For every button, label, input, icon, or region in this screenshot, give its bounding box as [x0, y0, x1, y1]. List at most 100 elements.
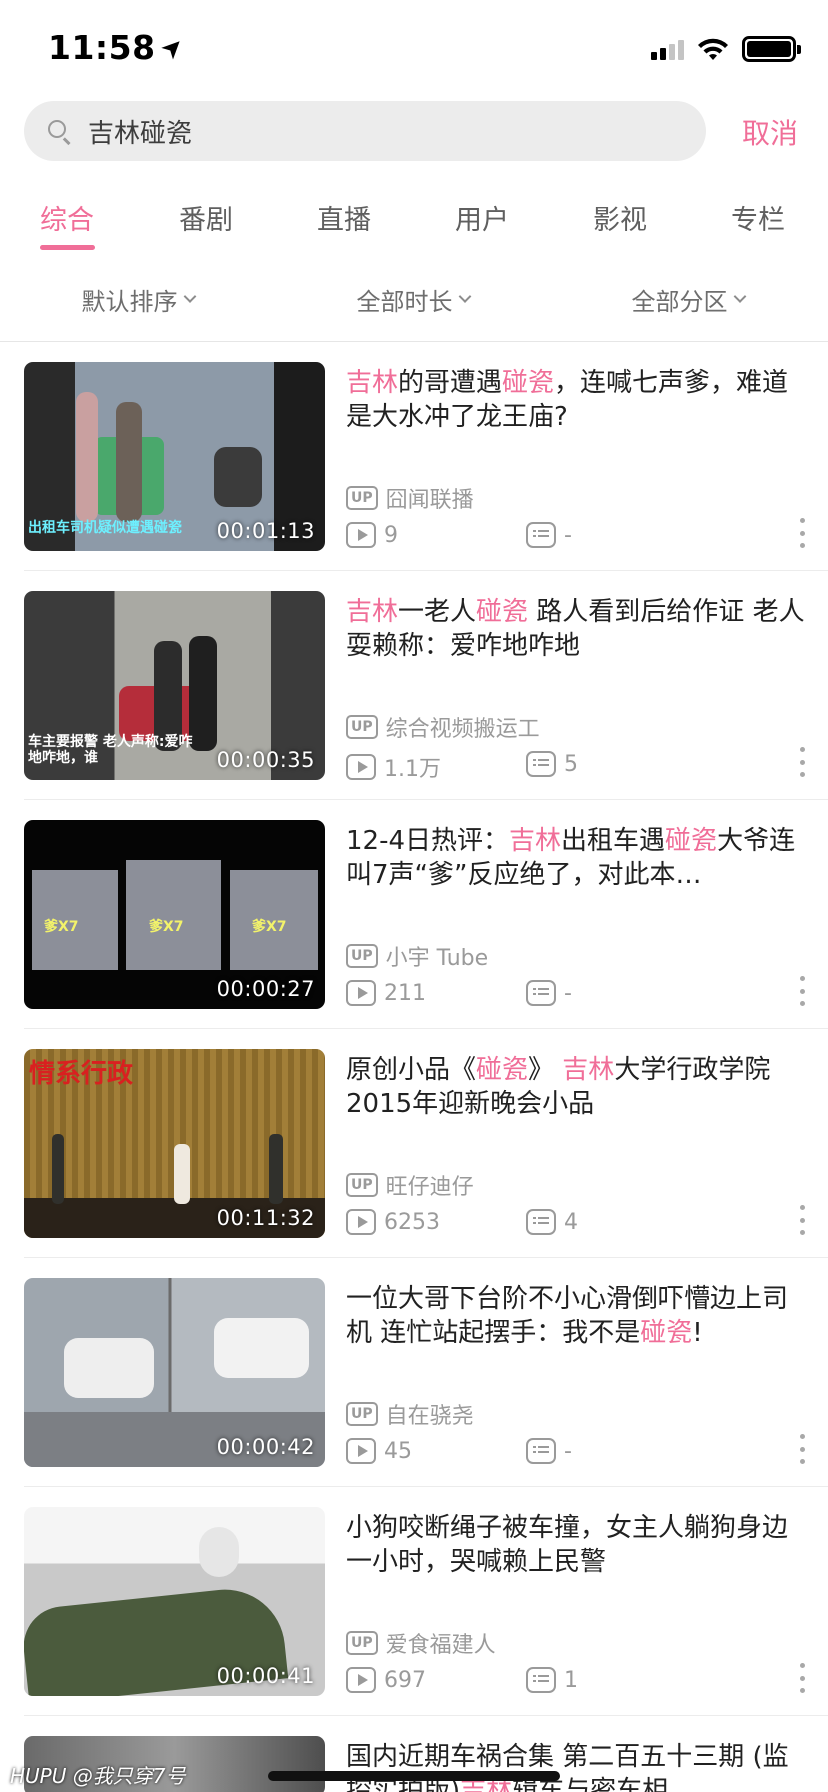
title-text: 出租车遇 [561, 826, 666, 856]
more-options-icon[interactable] [800, 1434, 806, 1464]
video-title[interactable]: 吉林一老人碰瓷 路人看到后给作证 老人耍赖称：爱咋地咋地 [346, 595, 806, 663]
uploader[interactable]: UP 爱食福建人 [346, 1627, 496, 1659]
video-item[interactable]: 情系行政 00:11:32 原创小品《碰瓷》 吉林大学行政学院2015年迎新晚会… [0, 1029, 828, 1258]
tab-film[interactable]: 影视 [593, 198, 647, 237]
danmaku-count-text: 4 [564, 1209, 578, 1235]
video-stats: 697 1 [346, 1667, 578, 1693]
up-badge-icon: UP [346, 1402, 378, 1426]
video-title[interactable]: 吉林的哥遭遇碰瓷，连喊七声爹，难道是大水冲了龙王庙? [346, 366, 806, 434]
video-stats: 45 - [346, 1438, 572, 1464]
danmaku-icon [526, 751, 556, 777]
video-item[interactable]: 车主要报警 老人声称:爱咋地咋地，谁 00:00:35 吉林一老人碰瓷 路人看到… [0, 571, 828, 800]
view-count: 9 [346, 522, 398, 548]
status-bar: 11:58➤ [0, 0, 828, 100]
view-count: 1.1万 [346, 751, 441, 783]
uploader-name: 综合视频搬运工 [385, 717, 540, 742]
uploader[interactable]: UP 自在骁尧 [346, 1398, 474, 1430]
sort-label: 默认排序 [81, 288, 178, 316]
location-arrow-icon: ➤ [154, 29, 192, 67]
tab-users[interactable]: 用户 [455, 198, 509, 237]
time-text: 11:58 [48, 28, 156, 67]
uploader[interactable]: UP 综合视频搬运工 [346, 711, 540, 743]
sort-dropdown[interactable]: 默认排序 [81, 282, 197, 317]
search-bar[interactable]: 吉林碰瓷 [24, 101, 706, 161]
tab-live[interactable]: 直播 [317, 198, 371, 237]
up-badge-icon: UP [346, 486, 378, 510]
more-options-icon[interactable] [800, 518, 806, 548]
watermark: HUPU @我只穿7号 [10, 1764, 186, 1788]
title-text: 原创小品《 [346, 1055, 477, 1085]
video-item[interactable]: 00:00:41 小狗咬断绳子被车撞，女主人躺狗身边一小时，哭喊赖上民警 UP … [0, 1487, 828, 1716]
play-count-icon [346, 754, 376, 780]
video-duration: 00:00:27 [216, 977, 315, 1001]
video-thumbnail[interactable]: 00:00:42 [24, 1278, 325, 1467]
video-thumbnail[interactable]: 情系行政 00:11:32 [24, 1049, 325, 1238]
danmaku-count-text: - [564, 980, 572, 1006]
view-count: 211 [346, 980, 426, 1006]
search-icon [46, 118, 72, 145]
video-duration: 00:00:42 [216, 1435, 315, 1459]
category-dropdown[interactable]: 全部分区 [631, 282, 747, 317]
home-indicator[interactable] [268, 1771, 560, 1781]
view-count-text: 211 [384, 980, 426, 1006]
title-text: 小狗咬断绳子被车撞，女主人躺狗身边一小时，哭喊赖上民警 [346, 1513, 789, 1577]
video-duration: 00:01:13 [216, 519, 315, 543]
video-stats: 211 - [346, 980, 572, 1006]
play-count-icon [346, 522, 376, 548]
up-badge-icon: UP [346, 1173, 378, 1197]
video-item[interactable]: 出租车司机疑似遭遇碰瓷 00:01:13 吉林的哥遭遇碰瓷，连喊七声爹，难道是大… [0, 342, 828, 571]
tab-bangumi[interactable]: 番剧 [179, 198, 233, 237]
view-count-text: 1.1万 [384, 757, 441, 782]
video-thumbnail[interactable]: 00:00:41 [24, 1507, 325, 1696]
danmaku-icon [526, 1667, 556, 1693]
chevron-down-icon [183, 290, 197, 303]
status-time: 11:58➤ [48, 28, 191, 67]
battery-icon [742, 36, 801, 62]
keyword-highlight: 碰瓷 [640, 1318, 693, 1348]
filter-bar: 默认排序 全部时长 全部分区 [0, 282, 828, 326]
more-options-icon[interactable] [800, 976, 806, 1006]
keyword-highlight: 碰瓷 [476, 597, 529, 627]
video-item[interactable]: 爹X7 爹X7 爹X7 00:00:27 12-4日热评：吉林出租车遇碰瓷大爷连… [0, 800, 828, 1029]
video-title[interactable]: 国内近期车祸合集 第二百五十三期 (监控实拍版)吉林辑车与密车相… [346, 1740, 806, 1792]
view-count-text: 45 [384, 1438, 412, 1464]
danmaku-count: - [526, 1438, 572, 1464]
uploader[interactable]: UP 囧闻联播 [346, 482, 474, 514]
more-options-icon[interactable] [800, 747, 806, 777]
keyword-highlight: 碰瓷 [665, 826, 718, 856]
video-thumbnail[interactable]: 爹X7 爹X7 爹X7 00:00:27 [24, 820, 325, 1009]
video-item[interactable]: 00:00:42 一位大哥下台阶不小心滑倒吓懵边上司机 连忙站起摆手：我不是碰瓷… [0, 1258, 828, 1487]
video-title[interactable]: 12-4日热评：吉林出租车遇碰瓷大爷连叫7声“爹”反应绝了，对此本… [346, 824, 806, 892]
uploader[interactable]: UP 小宇 Tube [346, 940, 488, 972]
danmaku-icon [526, 980, 556, 1006]
tab-comprehensive[interactable]: 综合 [40, 198, 94, 237]
cancel-button[interactable]: 取消 [742, 112, 798, 152]
video-title[interactable]: 原创小品《碰瓷》 吉林大学行政学院2015年迎新晚会小品 [346, 1053, 806, 1121]
uploader[interactable]: UP 旺仔迪仔 [346, 1169, 474, 1201]
video-duration: 00:11:32 [216, 1206, 315, 1230]
keyword-highlight: 吉林 [562, 1055, 615, 1085]
more-options-icon[interactable] [800, 1663, 806, 1693]
status-indicators [651, 36, 801, 62]
video-thumbnail[interactable]: 车主要报警 老人声称:爱咋地咋地，谁 00:00:35 [24, 591, 325, 780]
danmaku-count-text: 5 [564, 751, 578, 777]
up-badge-icon: UP [346, 715, 378, 739]
up-badge-icon: UP [346, 944, 378, 968]
video-title[interactable]: 小狗咬断绳子被车撞，女主人躺狗身边一小时，哭喊赖上民警 [346, 1511, 806, 1579]
category-label: 全部分区 [631, 288, 728, 316]
video-thumbnail[interactable]: 出租车司机疑似遭遇碰瓷 00:01:13 [24, 362, 325, 551]
danmaku-icon [526, 1438, 556, 1464]
uploader-name: 囧闻联播 [385, 488, 474, 513]
tab-column[interactable]: 专栏 [731, 198, 785, 237]
view-count: 45 [346, 1438, 412, 1464]
keyword-highlight: 碰瓷 [502, 368, 555, 398]
video-title[interactable]: 一位大哥下台阶不小心滑倒吓懵边上司机 连忙站起摆手：我不是碰瓷! [346, 1282, 806, 1350]
search-input[interactable]: 吉林碰瓷 [88, 113, 192, 150]
title-text: ! [692, 1318, 703, 1348]
more-options-icon[interactable] [800, 1205, 806, 1235]
keyword-highlight: 吉林 [346, 368, 399, 398]
play-count-icon [346, 980, 376, 1006]
chevron-down-icon [458, 290, 472, 303]
duration-dropdown[interactable]: 全部时长 [357, 282, 472, 317]
danmaku-count-text: - [564, 1438, 572, 1464]
